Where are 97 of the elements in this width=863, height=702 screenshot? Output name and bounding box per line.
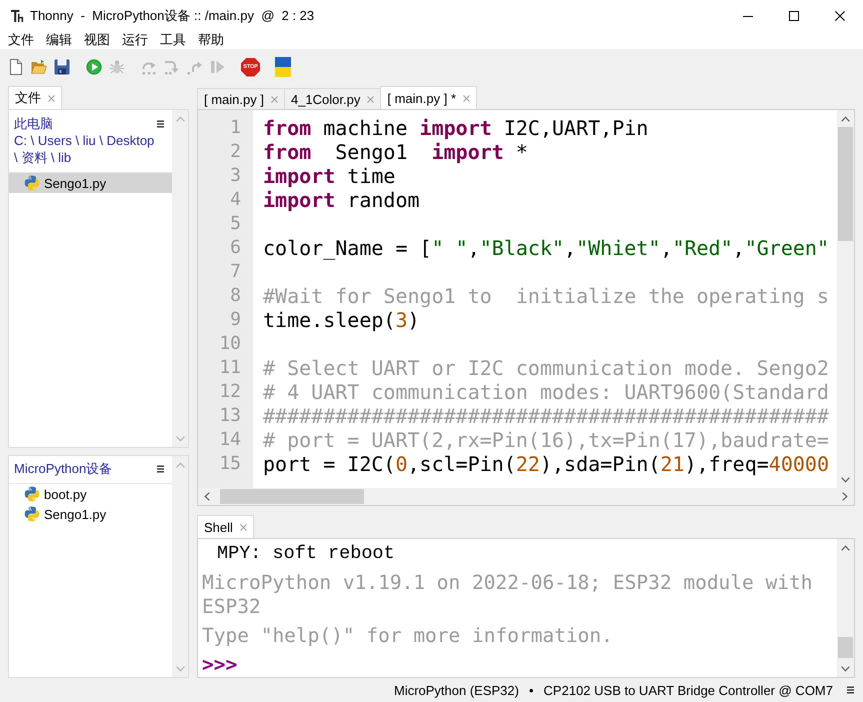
code-line: time.sleep(3): [263, 308, 420, 332]
path-link[interactable]: Users: [38, 133, 72, 148]
menu-item[interactable]: 文件: [2, 31, 40, 49]
scrollbar-thumb[interactable]: [220, 489, 364, 504]
step-out-icon: [187, 59, 203, 75]
status-separator: •: [528, 682, 534, 698]
interpreter-label[interactable]: MicroPython (ESP32): [394, 682, 519, 698]
chevron-up-icon[interactable]: [841, 116, 850, 122]
line-number: 13: [219, 405, 241, 426]
python-file-icon: [24, 175, 40, 191]
code-line: #Wait for Sengo1 to initialize the operating s: [263, 284, 829, 308]
path-separator: \: [75, 133, 80, 148]
code-line: from Sengo1 import *: [263, 140, 528, 164]
line-number: 2: [230, 141, 241, 162]
bug-icon: [109, 59, 125, 75]
location-title[interactable]: MicroPython设备: [14, 460, 112, 478]
close-icon: [835, 10, 845, 20]
close-icon[interactable]: [240, 524, 247, 530]
line-number: 10: [219, 333, 241, 354]
editor-tab[interactable]: 4_1Color.py: [284, 88, 382, 109]
line-number: 12: [219, 381, 241, 402]
menu-item[interactable]: 工具: [154, 31, 192, 49]
horizontal-scrollbar[interactable]: [198, 488, 854, 505]
close-icon[interactable]: [367, 96, 374, 102]
shell-prompt: >>>: [202, 653, 238, 677]
line-number: 5: [230, 213, 241, 234]
app-logo-icon: [11, 8, 24, 22]
menu-item[interactable]: 运行: [116, 31, 154, 49]
path-link[interactable]: lib: [58, 150, 72, 165]
path-separator: \: [50, 150, 54, 165]
vertical-scrollbar[interactable]: [837, 539, 854, 677]
line-number: 11: [219, 357, 241, 378]
editor-tab[interactable]: [ main.py ] *: [380, 86, 477, 109]
path-link[interactable]: Desktop: [106, 133, 154, 148]
menu-item[interactable]: 视图: [78, 31, 116, 49]
code-line: ###############################################: [263, 404, 829, 428]
path-separator: \: [14, 150, 18, 165]
line-number: 14: [219, 429, 241, 450]
flag-icon: [275, 57, 291, 77]
open-folder-icon: [31, 59, 47, 75]
line-number: 6: [230, 237, 241, 258]
menu-item[interactable]: 帮助: [192, 31, 230, 49]
python-file-icon: [24, 506, 40, 522]
code-line: import random: [263, 188, 420, 212]
path-separator: \: [30, 133, 34, 148]
maximize-icon: [789, 10, 799, 20]
close-icon[interactable]: [463, 94, 470, 102]
line-number: 9: [230, 309, 241, 330]
resume-icon: [210, 59, 226, 75]
files-tab[interactable]: 文件: [8, 86, 62, 109]
chevron-down-icon[interactable]: [841, 666, 850, 672]
window-title: Thonny - MicroPython设备 :: /main.py @ 2 : 23: [30, 6, 314, 24]
file-item[interactable]: boot.py: [9, 484, 172, 504]
path-link[interactable]: C:: [14, 133, 27, 148]
path-separator: \: [99, 133, 103, 148]
shell-output: MPY: soft reboot: [217, 542, 395, 566]
line-number: 4: [230, 189, 241, 210]
file-item[interactable]: Sengo1.py: [9, 173, 172, 193]
code-line: import time: [263, 164, 396, 188]
step-into-icon: [164, 59, 180, 75]
path-link[interactable]: liu: [82, 133, 96, 148]
scrollbar-thumb[interactable]: [838, 637, 853, 658]
line-number: 3: [230, 165, 241, 186]
close-icon[interactable]: [270, 96, 278, 102]
port-label[interactable]: CP2102 USB to UART Bridge Controller @ COM7: [544, 682, 833, 698]
shell-info: MicroPython v1.19.1 on 2022-06-18; ESP32 module with ESP32: [202, 571, 814, 619]
scrollbar-thumb[interactable]: [838, 127, 853, 241]
menu-icon[interactable]: [157, 465, 164, 473]
line-number: 1: [230, 117, 241, 138]
chevron-right-icon[interactable]: [842, 492, 848, 501]
code-line: # Select UART or I2C communication mode. Sengo2: [263, 356, 829, 380]
chevron-left-icon[interactable]: [204, 492, 210, 501]
editor-tab[interactable]: [ main.py ]: [197, 88, 285, 109]
vertical-scrollbar[interactable]: [837, 110, 854, 488]
code-line: color_Name = [" ","Black","Whiet","Red","Green": [263, 236, 829, 260]
location-title[interactable]: 此电脑: [14, 115, 53, 132]
close-icon[interactable]: [48, 94, 55, 102]
file-item[interactable]: Sengo1.py: [9, 504, 172, 524]
shell-tab[interactable]: Shell: [197, 515, 254, 538]
new-file-icon: [8, 59, 24, 75]
menu-icon[interactable]: [157, 120, 164, 128]
chevron-down-icon[interactable]: [841, 477, 850, 483]
line-number: 15: [219, 453, 241, 474]
code-line: port = I2C(0,scl=Pin(22),sda=Pin(21),freq=40000: [263, 452, 829, 476]
chevron-up-icon[interactable]: [841, 545, 850, 551]
menu-item[interactable]: 编辑: [40, 31, 78, 49]
line-number: 8: [230, 285, 241, 306]
path-link[interactable]: 资料: [21, 150, 48, 165]
code-line: # port = UART(2,rx=Pin(16),tx=Pin(17),baudrate=: [263, 428, 829, 452]
code-line: from machine import I2C,UART,Pin: [263, 116, 648, 140]
play-icon: [86, 59, 102, 75]
menu-icon[interactable]: [847, 686, 854, 694]
flag-button[interactable]: [272, 55, 294, 79]
line-number: 7: [230, 261, 241, 282]
shell-info: Type "help()" for more information.: [202, 624, 613, 648]
code-line: # 4 UART communication modes: UART9600(Standard: [263, 380, 829, 404]
python-file-icon: [24, 486, 40, 502]
